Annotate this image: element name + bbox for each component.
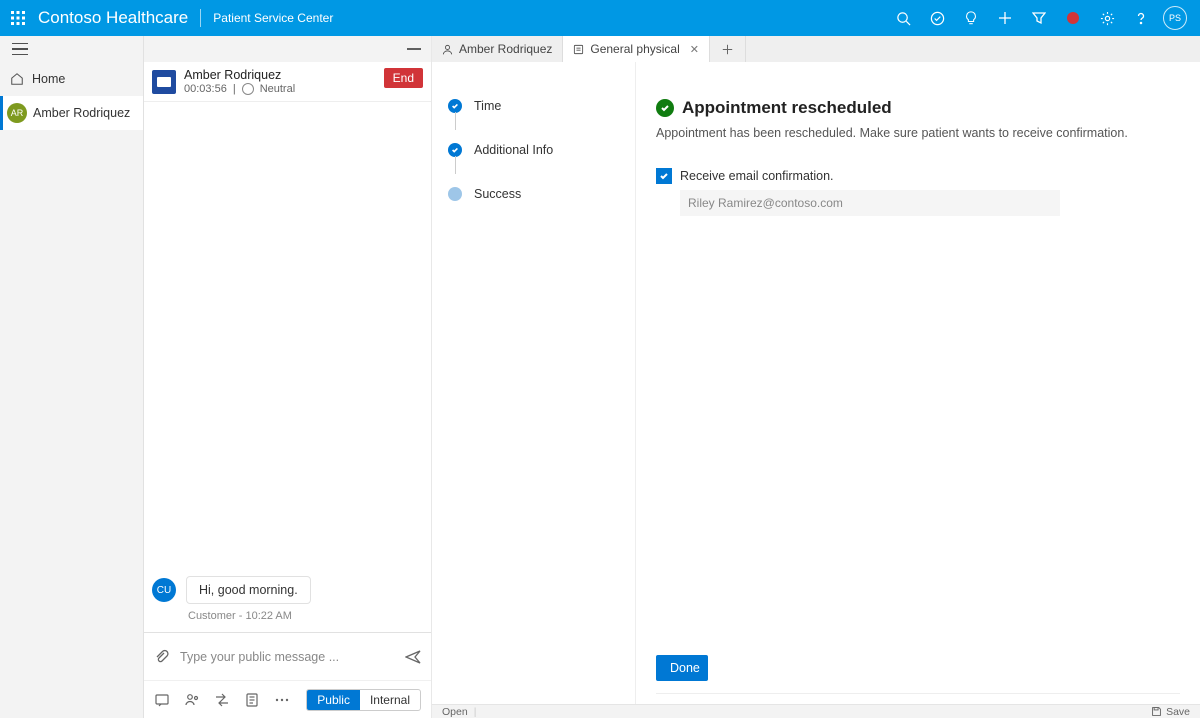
step-dot-current xyxy=(448,187,462,201)
quick-reply-icon[interactable] xyxy=(154,692,170,708)
chat-input[interactable] xyxy=(180,650,395,664)
channel-icon xyxy=(152,70,176,94)
help-icon[interactable] xyxy=(1124,0,1158,36)
lightbulb-icon[interactable] xyxy=(954,0,988,36)
customer-badge: CU xyxy=(152,578,176,602)
chat-window-controls xyxy=(144,36,431,62)
user-avatar[interactable]: PS xyxy=(1158,0,1192,36)
chat-sentiment: Neutral xyxy=(260,83,295,95)
search-icon[interactable] xyxy=(886,0,920,36)
visibility-public[interactable]: Public xyxy=(307,690,360,710)
chat-transcript: CU Hi, good morning. Customer - 10:22 AM xyxy=(144,102,431,632)
email-confirmation-row: Receive email confirmation. xyxy=(656,168,1180,184)
filter-icon[interactable] xyxy=(1022,0,1056,36)
attachment-icon[interactable] xyxy=(154,649,170,665)
nav-patient-active[interactable]: AR Amber Rodriquez xyxy=(0,96,143,130)
status-bar: Open | Save xyxy=(432,704,1200,718)
record-indicator-icon[interactable] xyxy=(1056,0,1090,36)
tab-add[interactable] xyxy=(710,36,746,62)
global-header: Contoso Healthcare Patient Service Cente… xyxy=(0,0,1200,36)
tab-record[interactable]: General physical ✕ xyxy=(563,36,710,62)
email-field[interactable]: Riley Ramirez@contoso.com xyxy=(680,190,1060,216)
email-confirmation-label: Receive email confirmation. xyxy=(680,169,834,183)
step-dot-complete xyxy=(448,143,462,157)
area-title: Patient Service Center xyxy=(213,11,333,25)
consult-icon[interactable] xyxy=(184,692,200,708)
header-divider xyxy=(200,9,201,27)
chat-panel: Amber Rodriquez 00:03:56 | Neutral End C… xyxy=(144,36,432,718)
page-heading: Appointment rescheduled xyxy=(682,98,892,118)
notes-icon[interactable] xyxy=(244,692,260,708)
main-content: Appointment rescheduled Appointment has … xyxy=(636,62,1200,704)
sentiment-face-icon xyxy=(242,83,254,95)
chat-toolbar: Public Internal xyxy=(144,680,431,718)
save-icon xyxy=(1151,706,1162,717)
chat-duration: 00:03:56 xyxy=(184,83,227,95)
app-launcher-icon[interactable] xyxy=(8,8,28,28)
visibility-toggle: Public Internal xyxy=(306,689,421,711)
step-label: Time xyxy=(474,99,501,113)
tab-strip: Amber Rodriquez General physical ✕ xyxy=(432,36,1200,62)
left-nav: Home AR Amber Rodriquez xyxy=(0,36,144,718)
done-button[interactable]: Done xyxy=(656,655,708,681)
step-dot-complete xyxy=(448,99,462,113)
chat-message-text: Hi, good morning. xyxy=(186,576,311,604)
progress-steps: Time Additional Info Success xyxy=(432,62,636,704)
tab-record-label: General physical xyxy=(590,42,679,56)
gear-icon[interactable] xyxy=(1090,0,1124,36)
step-label: Success xyxy=(474,187,521,201)
end-button[interactable]: End xyxy=(384,68,423,88)
hamburger-icon[interactable] xyxy=(12,43,28,55)
more-icon[interactable] xyxy=(274,692,290,708)
minimize-icon[interactable] xyxy=(407,48,421,49)
email-value: Riley Ramirez@contoso.com xyxy=(688,196,843,210)
step-additional-info[interactable]: Additional Info xyxy=(448,128,623,172)
send-icon[interactable] xyxy=(405,649,421,665)
chat-message-timestamp: Customer - 10:22 AM xyxy=(188,610,423,622)
add-icon[interactable] xyxy=(988,0,1022,36)
chat-message: CU Hi, good morning. xyxy=(152,576,423,604)
person-icon xyxy=(442,44,453,55)
email-confirmation-checkbox[interactable] xyxy=(656,168,672,184)
step-success[interactable]: Success xyxy=(448,172,623,216)
success-icon xyxy=(656,99,674,117)
patient-avatar: AR xyxy=(7,103,27,123)
brand-title: Contoso Healthcare xyxy=(38,8,188,28)
chat-header-name: Amber Rodriquez xyxy=(184,68,295,82)
nav-home-label: Home xyxy=(32,72,65,86)
nav-home[interactable]: Home xyxy=(0,62,143,96)
step-time[interactable]: Time xyxy=(448,84,623,128)
tab-person-label: Amber Rodriquez xyxy=(459,42,552,56)
task-icon[interactable] xyxy=(920,0,954,36)
form-icon xyxy=(573,44,584,55)
page-subtext: Appointment has been rescheduled. Make s… xyxy=(656,126,1180,140)
plus-icon xyxy=(722,44,733,55)
step-label: Additional Info xyxy=(474,143,553,157)
save-button[interactable]: Save xyxy=(1151,706,1190,718)
chat-header-meta: 00:03:56 | Neutral xyxy=(184,83,295,95)
chat-input-row xyxy=(144,632,431,680)
tab-person[interactable]: Amber Rodriquez xyxy=(432,36,563,62)
nav-patient-name: Amber Rodriquez xyxy=(33,106,130,120)
chat-header: Amber Rodriquez 00:03:56 | Neutral End xyxy=(144,62,431,102)
visibility-internal[interactable]: Internal xyxy=(360,690,420,710)
transfer-icon[interactable] xyxy=(214,692,230,708)
content-divider xyxy=(656,693,1180,694)
close-icon[interactable]: ✕ xyxy=(690,43,699,56)
save-label: Save xyxy=(1166,706,1190,718)
home-icon xyxy=(10,72,24,86)
status-open[interactable]: Open xyxy=(442,706,468,718)
